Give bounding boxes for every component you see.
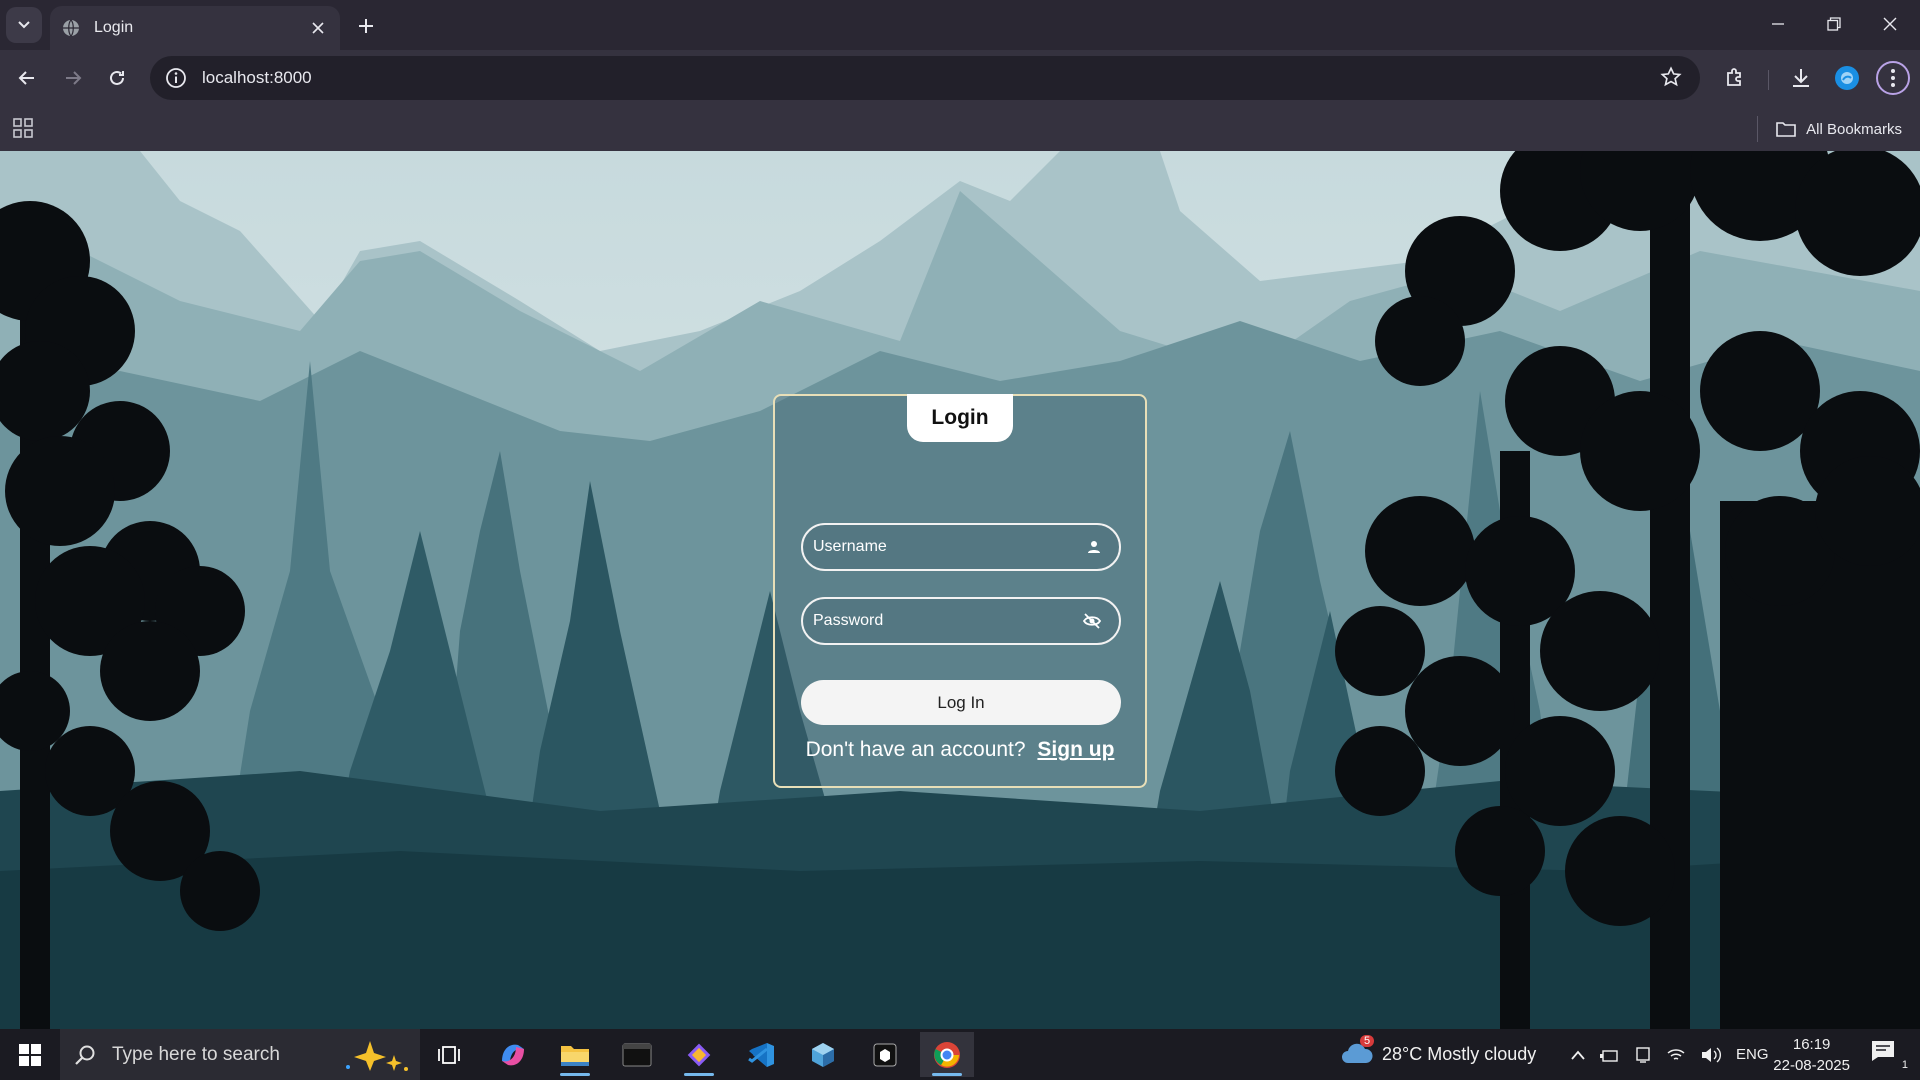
tab-login[interactable]: Login xyxy=(50,6,340,50)
password-placeholder: Password xyxy=(813,612,884,629)
taskbar: Type here to search 5 28°C Mostly cloudy xyxy=(0,1029,1920,1080)
all-bookmarks-label: All Bookmarks xyxy=(1806,120,1902,138)
back-button[interactable] xyxy=(10,61,44,95)
password-field[interactable]: Password xyxy=(801,597,1121,645)
sparkle-icon xyxy=(346,1040,408,1071)
terminal-app[interactable] xyxy=(610,1032,664,1077)
page-viewport: Login Username Password Log In Don't hav… xyxy=(0,151,1920,1029)
reload-button[interactable] xyxy=(100,61,134,95)
forward-button[interactable] xyxy=(56,61,90,95)
clock[interactable]: 16:19 22-08-2025 xyxy=(1773,1034,1850,1076)
chrome-app[interactable] xyxy=(920,1032,974,1077)
clock-date: 22-08-2025 xyxy=(1773,1057,1850,1074)
menu-button[interactable] xyxy=(1876,61,1910,95)
login-button[interactable]: Log In xyxy=(801,680,1121,725)
signup-link[interactable]: Sign up xyxy=(1037,738,1114,761)
close-tab-icon[interactable] xyxy=(308,18,328,38)
chrome-icon xyxy=(934,1041,960,1068)
login-card: Login Username Password Log In Don't hav… xyxy=(773,394,1147,788)
arrow-right-icon xyxy=(66,71,82,85)
restore-button[interactable] xyxy=(1806,8,1862,40)
wifi-icon[interactable] xyxy=(1666,1047,1686,1063)
signup-prompt: Don't have an account? xyxy=(805,738,1026,761)
vscode-app[interactable] xyxy=(734,1032,788,1077)
speaker-icon[interactable] xyxy=(1700,1046,1722,1064)
git-app[interactable] xyxy=(672,1032,726,1077)
battery-icon[interactable] xyxy=(1600,1047,1620,1063)
taskbar-search-box[interactable]: Type here to search xyxy=(60,1029,420,1080)
search-icon xyxy=(75,1045,95,1065)
info-icon[interactable] xyxy=(164,66,188,90)
kebab-menu-icon xyxy=(1891,69,1895,87)
toolbar-divider xyxy=(1768,70,1769,90)
folder-icon xyxy=(1776,122,1796,137)
arrow-left-icon xyxy=(18,71,34,85)
start-button[interactable] xyxy=(10,1037,50,1073)
login-heading: Login xyxy=(907,394,1013,442)
bookmarks-bar: All Bookmarks xyxy=(0,108,1920,151)
weather-widget[interactable]: 5 28°C Mostly cloudy xyxy=(1340,1029,1536,1080)
system-tray: ENG xyxy=(1570,1029,1769,1080)
box-icon xyxy=(873,1043,897,1066)
browser-chrome: Login localhost:8000 All Bookmarks xyxy=(0,0,1920,151)
close-icon xyxy=(1883,17,1897,31)
user-icon xyxy=(1088,541,1100,553)
notifications-button[interactable]: 1 xyxy=(1870,1039,1910,1071)
avatar-icon xyxy=(1835,66,1859,90)
copilot-app[interactable] xyxy=(486,1032,540,1077)
bookmark-star-icon[interactable] xyxy=(1660,66,1682,88)
all-bookmarks-button[interactable]: All Bookmarks xyxy=(1757,116,1902,142)
notification-icon xyxy=(1872,1041,1894,1061)
url-text: localhost:8000 xyxy=(202,68,312,87)
extensions-button[interactable] xyxy=(1718,61,1752,95)
new-tab-button[interactable] xyxy=(352,12,380,40)
cube-icon xyxy=(812,1042,834,1067)
eye-slash-icon[interactable] xyxy=(1083,613,1101,629)
tab-search-button[interactable] xyxy=(6,7,42,43)
task-view-icon xyxy=(438,1045,460,1064)
apps-grid-icon[interactable] xyxy=(12,117,34,144)
toolbar: localhost:8000 xyxy=(0,50,1920,108)
downloads-button[interactable] xyxy=(1784,61,1818,95)
download-icon xyxy=(1793,69,1809,87)
chevron-up-icon[interactable] xyxy=(1570,1049,1586,1061)
minimize-button[interactable] xyxy=(1750,8,1806,40)
git-diamond-icon xyxy=(687,1043,711,1066)
cloud-icon: 5 xyxy=(1340,1035,1375,1070)
display-icon[interactable] xyxy=(1634,1046,1652,1064)
notification-count: 1 xyxy=(1901,1059,1908,1071)
vscode-icon xyxy=(748,1042,774,1067)
windows-logo-icon xyxy=(19,1044,41,1066)
tab-strip: Login xyxy=(0,0,1920,50)
username-placeholder: Username xyxy=(813,538,887,555)
clock-time: 16:19 xyxy=(1792,1036,1831,1053)
address-bar[interactable]: localhost:8000 xyxy=(150,56,1700,100)
username-field[interactable]: Username xyxy=(801,523,1121,571)
task-view-button[interactable] xyxy=(422,1032,476,1077)
search-placeholder: Type here to search xyxy=(112,1043,280,1065)
folder-icon xyxy=(561,1045,589,1066)
box-app[interactable] xyxy=(858,1032,912,1077)
cube-app[interactable] xyxy=(796,1032,850,1077)
plus-icon xyxy=(359,19,373,33)
profile-button[interactable] xyxy=(1830,61,1864,95)
close-window-button[interactable] xyxy=(1862,8,1918,40)
signup-row: Don't have an account? Sign up xyxy=(775,738,1145,762)
chevron-down-icon xyxy=(18,21,30,29)
terminal-icon xyxy=(622,1043,652,1066)
language-indicator[interactable]: ENG xyxy=(1736,1046,1769,1063)
reload-icon xyxy=(110,70,124,85)
file-explorer-app[interactable] xyxy=(548,1032,602,1077)
restore-icon xyxy=(1827,17,1841,31)
puzzle-icon xyxy=(1727,68,1741,86)
copilot-icon xyxy=(502,1044,524,1065)
weather-badge: 5 xyxy=(1360,1035,1375,1047)
globe-icon xyxy=(63,19,79,37)
weather-text: 28°C Mostly cloudy xyxy=(1382,1044,1537,1064)
tab-title: Login xyxy=(94,19,134,36)
minimize-icon xyxy=(1772,23,1784,25)
